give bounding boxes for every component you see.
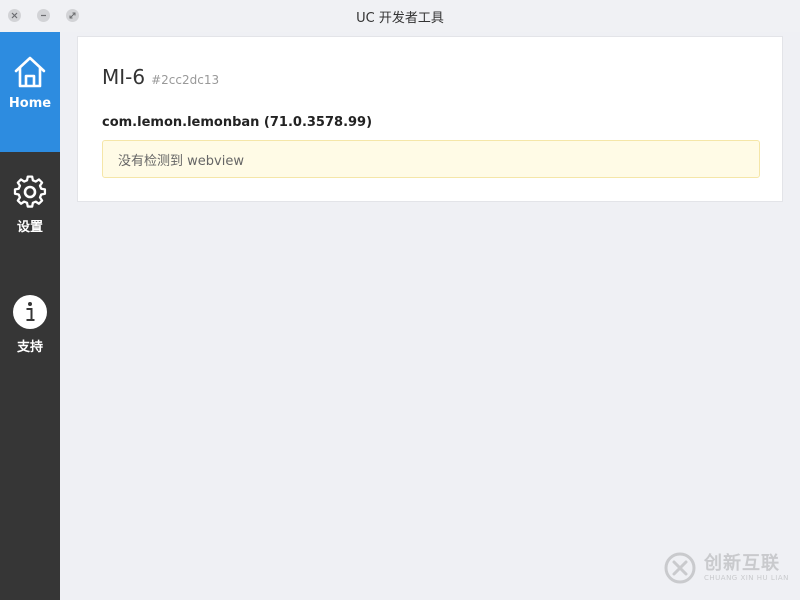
sidebar: Home 设置 支持 xyxy=(0,32,60,600)
sidebar-item-label: Home xyxy=(8,96,52,111)
app-window: UC 开发者工具 Home 设置 支持 MI-6 #2cc2dc13 com.l… xyxy=(0,0,800,600)
device-id: #2cc2dc13 xyxy=(151,73,220,87)
gear-icon xyxy=(12,174,48,210)
package-name: com.lemon.lemonban (71.0.3578.99) xyxy=(102,115,373,130)
window-title: UC 开发者工具 xyxy=(356,11,444,26)
alert-message: 没有检测到 webview xyxy=(118,153,244,169)
device-name: MI-6 xyxy=(102,65,146,89)
no-webview-alert: 没有检测到 webview xyxy=(102,140,760,178)
device-header: MI-6 #2cc2dc13 xyxy=(102,65,219,89)
home-icon xyxy=(12,54,48,90)
sidebar-item-label: 支持 xyxy=(16,340,43,355)
sidebar-item-settings[interactable]: 设置 xyxy=(0,152,60,272)
device-card: MI-6 #2cc2dc13 com.lemon.lemonban (71.0.… xyxy=(77,36,783,202)
watermark-logo-icon xyxy=(664,552,696,584)
watermark-text: 创新互联 CHUANG XIN HU LIAN xyxy=(704,552,789,583)
title-bar: UC 开发者工具 xyxy=(0,0,800,32)
watermark: 创新互联 CHUANG XIN HU LIAN xyxy=(664,552,789,584)
watermark-main-text: 创新互联 xyxy=(704,552,780,574)
sidebar-item-support[interactable]: 支持 xyxy=(0,272,60,392)
sidebar-item-label: 设置 xyxy=(16,220,43,235)
watermark-sub-text: CHUANG XIN HU LIAN xyxy=(704,573,789,582)
info-icon xyxy=(12,294,48,330)
sidebar-item-home[interactable]: Home xyxy=(0,32,60,152)
